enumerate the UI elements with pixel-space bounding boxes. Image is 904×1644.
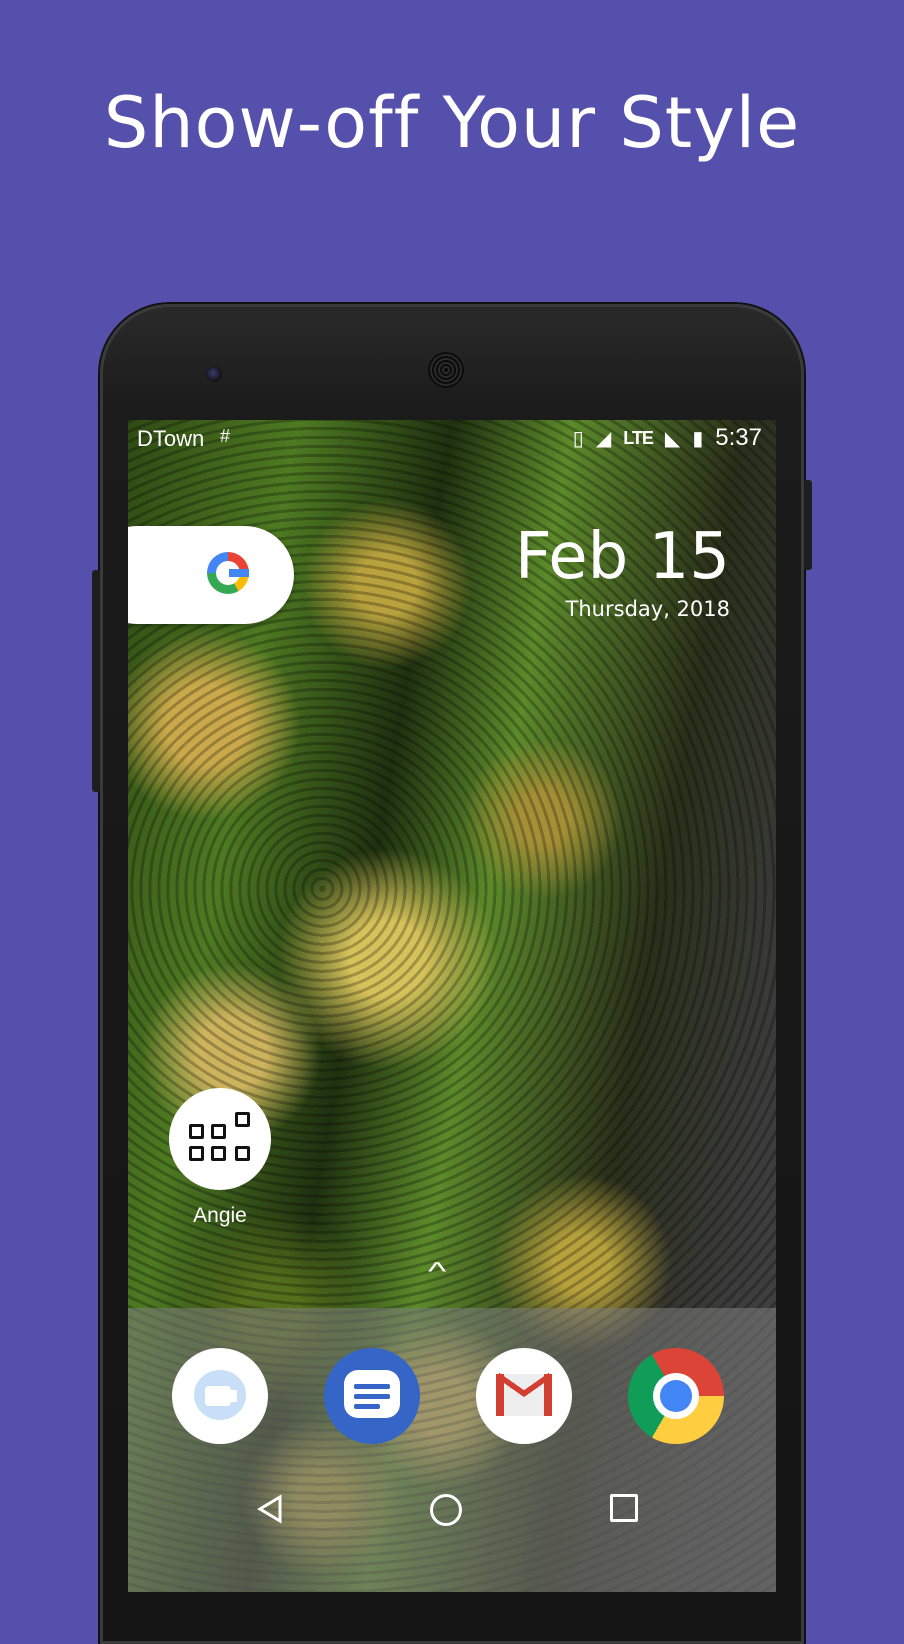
app-label: Angie: [193, 1204, 247, 1227]
phone-screen: DTown # ▯ ◢ LTE ◣ ▮ 5:37 Feb 15 Thursday…: [128, 420, 776, 1592]
recents-icon[interactable]: [610, 1494, 638, 1522]
widget-weekday-year: Thursday, 2018: [565, 597, 730, 621]
back-icon[interactable]: [256, 1494, 284, 1529]
app-drawer-handle[interactable]: ^: [428, 1256, 446, 1287]
battery-charging-icon: ▮: [692, 427, 704, 450]
messages-icon[interactable]: [324, 1348, 420, 1444]
network-type: LTE: [623, 427, 654, 448]
gmail-icon[interactable]: [476, 1348, 572, 1444]
duo-icon[interactable]: [172, 1348, 268, 1444]
app-grid-icon: [169, 1088, 271, 1190]
navigation-bar: [128, 1482, 776, 1542]
network-hash-icon: #: [220, 426, 231, 446]
headline: Show-off Your Style: [103, 82, 801, 164]
home-app-angie[interactable]: Angie: [168, 1088, 272, 1228]
power-button: [804, 480, 812, 570]
signal-icon: ◢: [595, 427, 612, 450]
clock-time: 5:37: [715, 424, 762, 451]
status-bar: DTown # ▯ ◢ LTE ◣ ▮ 5:37: [128, 420, 776, 454]
vibrate-icon: ▯: [572, 427, 584, 450]
widget-date[interactable]: Feb 15: [515, 520, 730, 594]
front-camera: [206, 366, 222, 382]
google-search-widget[interactable]: [128, 526, 294, 624]
wifi-off-icon: ◣: [664, 427, 681, 450]
dock: [128, 1308, 776, 1592]
volume-button: [92, 570, 100, 792]
earpiece-speaker: [428, 352, 464, 388]
chrome-icon[interactable]: [628, 1348, 724, 1444]
carrier-name: DTown: [137, 426, 205, 451]
home-icon[interactable]: [430, 1494, 462, 1526]
